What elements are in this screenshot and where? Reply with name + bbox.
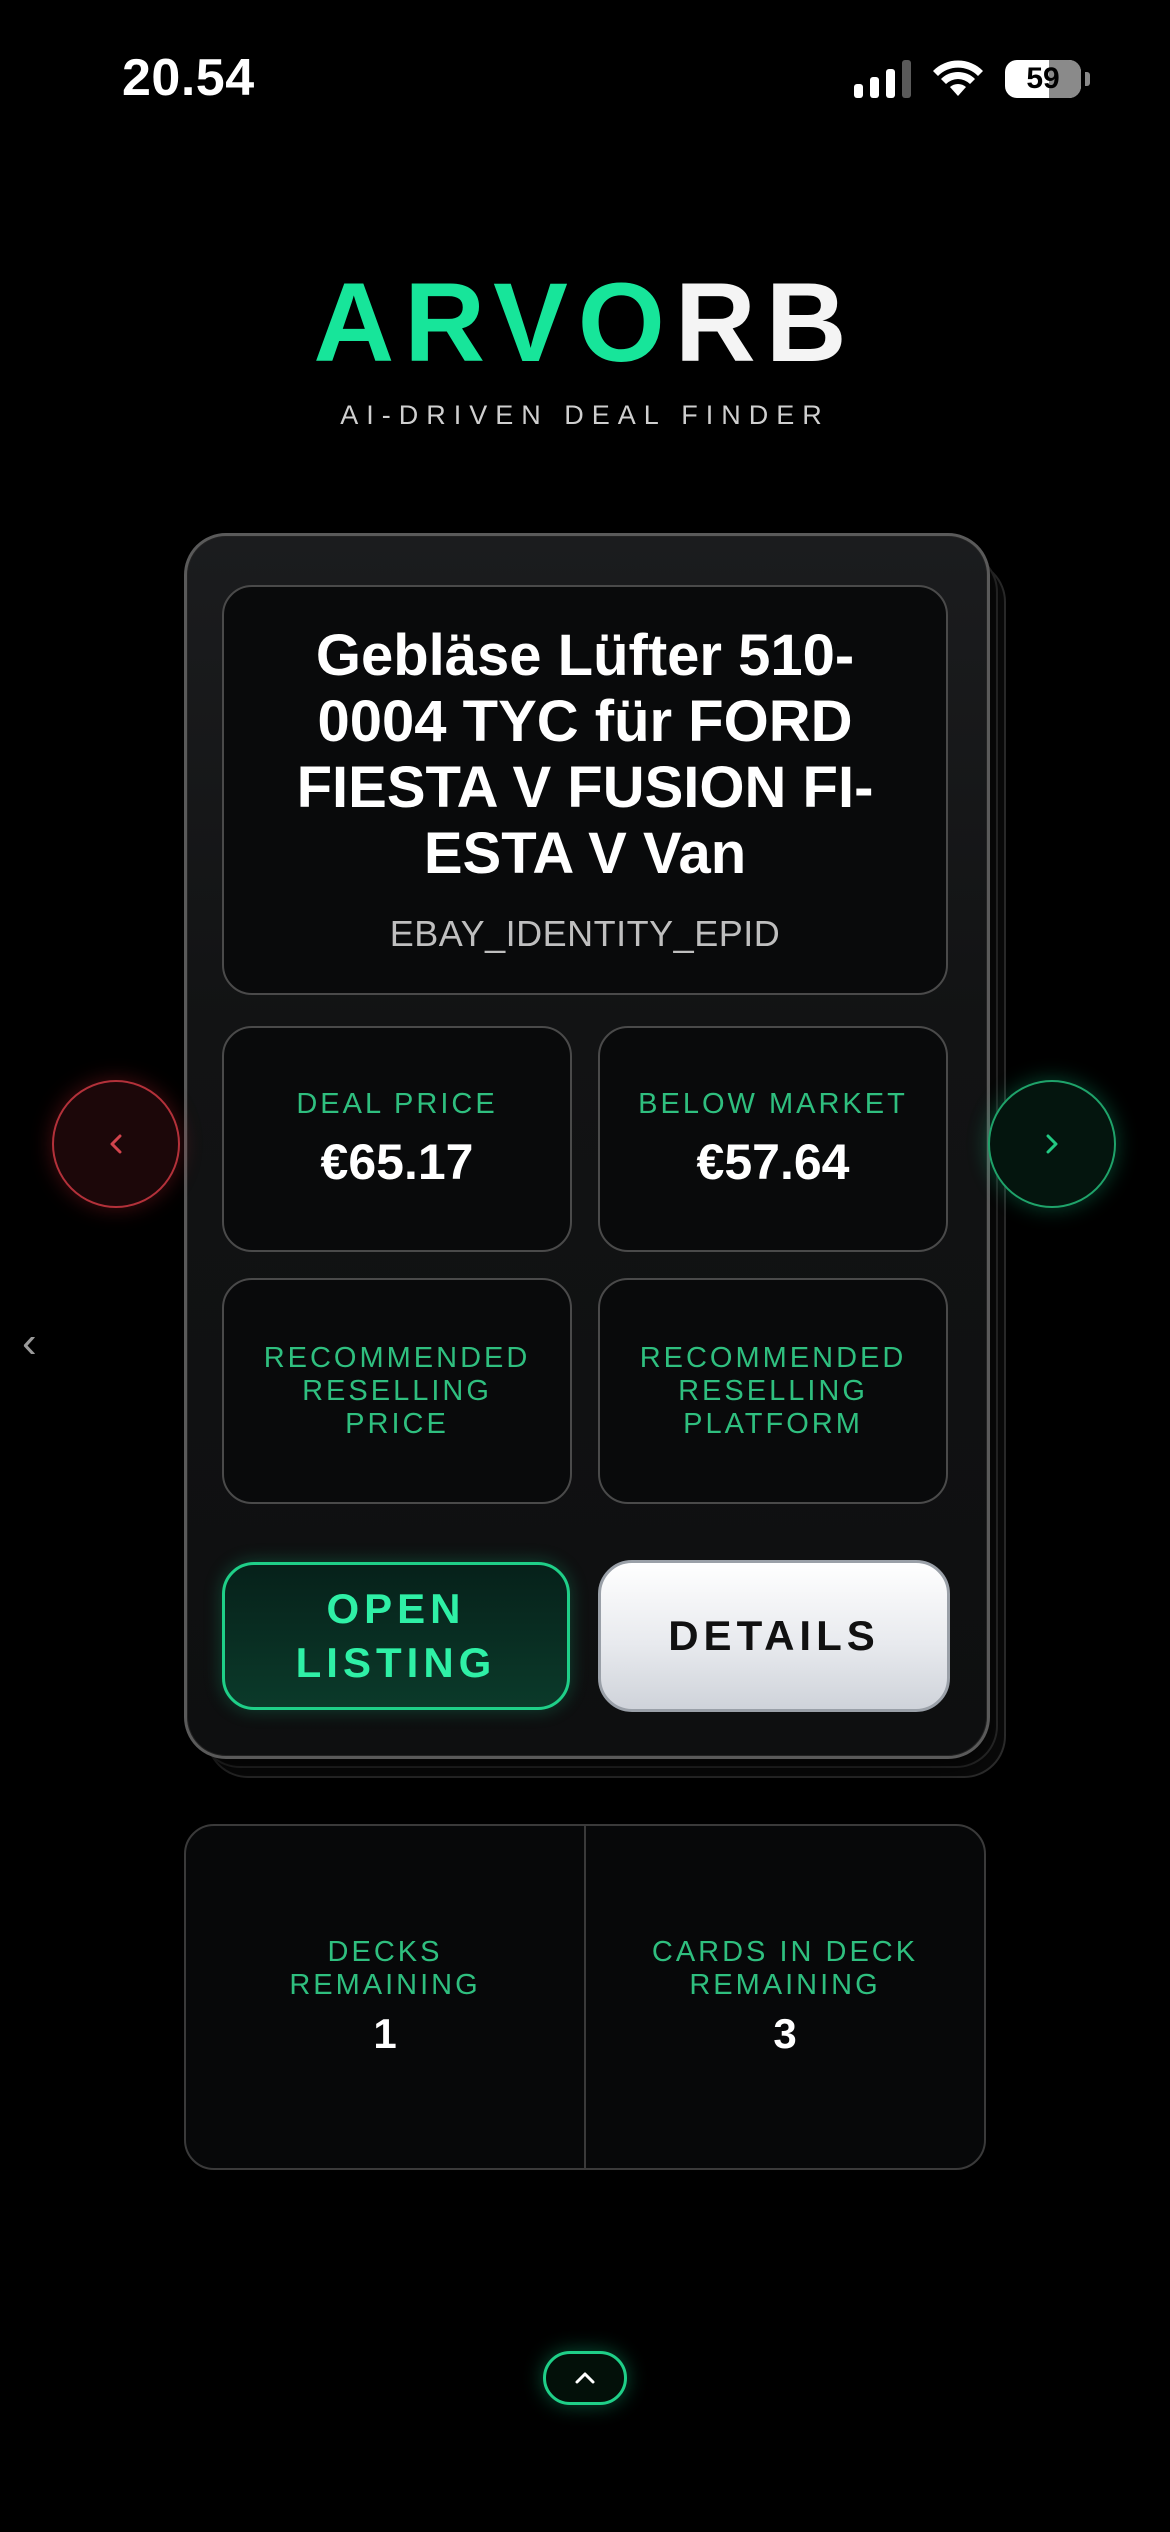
details-button[interactable]: DETAILS	[598, 1560, 950, 1712]
chevron-right-icon	[1046, 1134, 1058, 1154]
deck-stats-panel: DECKS REMAINING 1 CARDS IN DECK REMAININ…	[184, 1824, 986, 2170]
cards-remaining-cell: CARDS IN DECK REMAINING 3	[584, 1826, 984, 2168]
listing-identifier: EBAY_IDENTITY_EPID	[389, 913, 781, 954]
below-market-label: BELOW MARKET	[638, 1087, 908, 1120]
app-logo: ARVORB	[0, 258, 1170, 387]
cellular-signal-icon	[854, 60, 911, 98]
open-listing-button[interactable]: OPEN LISTING	[222, 1562, 570, 1710]
deal-price-box: DEAL PRICE €65.17	[222, 1026, 572, 1252]
back-edge-icon[interactable]: ‹	[22, 1318, 37, 1368]
status-icons: 59	[854, 54, 1090, 104]
previous-deal-button[interactable]	[52, 1080, 180, 1208]
chevron-left-icon	[110, 1134, 122, 1154]
battery-icon: 59	[1005, 60, 1081, 98]
cards-remaining-label: CARDS IN DECK REMAINING	[651, 1936, 919, 2001]
logo-white: RB	[674, 260, 857, 385]
below-market-box: BELOW MARKET €57.64	[598, 1026, 948, 1252]
deal-price-value: €65.17	[320, 1133, 474, 1190]
decks-remaining-label: DECKS REMAINING	[289, 1936, 481, 2001]
cards-remaining-value: 3	[773, 2010, 797, 2057]
scroll-up-button[interactable]	[543, 2351, 627, 2405]
next-deal-button[interactable]	[988, 1080, 1116, 1208]
listing-title: Gebläse Lüfter 510-0004 TYC für FORD FIE…	[296, 623, 874, 886]
battery-cap	[1085, 72, 1090, 86]
chevron-up-icon	[575, 2372, 595, 2384]
listing-title-box: Gebläse Lüfter 510-0004 TYC für FORD FIE…	[222, 585, 948, 995]
reselling-platform-box: RECOMMENDED RESELLING PLATFORM	[598, 1278, 948, 1504]
battery-level: 59	[1026, 62, 1060, 95]
wifi-icon	[933, 60, 983, 96]
deal-price-label: DEAL PRICE	[296, 1087, 498, 1120]
status-time: 20.54	[122, 49, 255, 107]
reselling-price-label: RECOMMENDED RESELLING PRICE	[263, 1341, 531, 1440]
reselling-platform-label: RECOMMENDED RESELLING PLATFORM	[639, 1341, 907, 1440]
decks-remaining-cell: DECKS REMAINING 1	[186, 1826, 584, 2168]
logo-green: ARVO	[313, 260, 675, 385]
below-market-value: €57.64	[696, 1133, 850, 1190]
decks-remaining-value: 1	[373, 2010, 397, 2057]
reselling-price-box: RECOMMENDED RESELLING PRICE	[222, 1278, 572, 1504]
tagline: AI-DRIVEN DEAL FINDER	[340, 400, 830, 430]
